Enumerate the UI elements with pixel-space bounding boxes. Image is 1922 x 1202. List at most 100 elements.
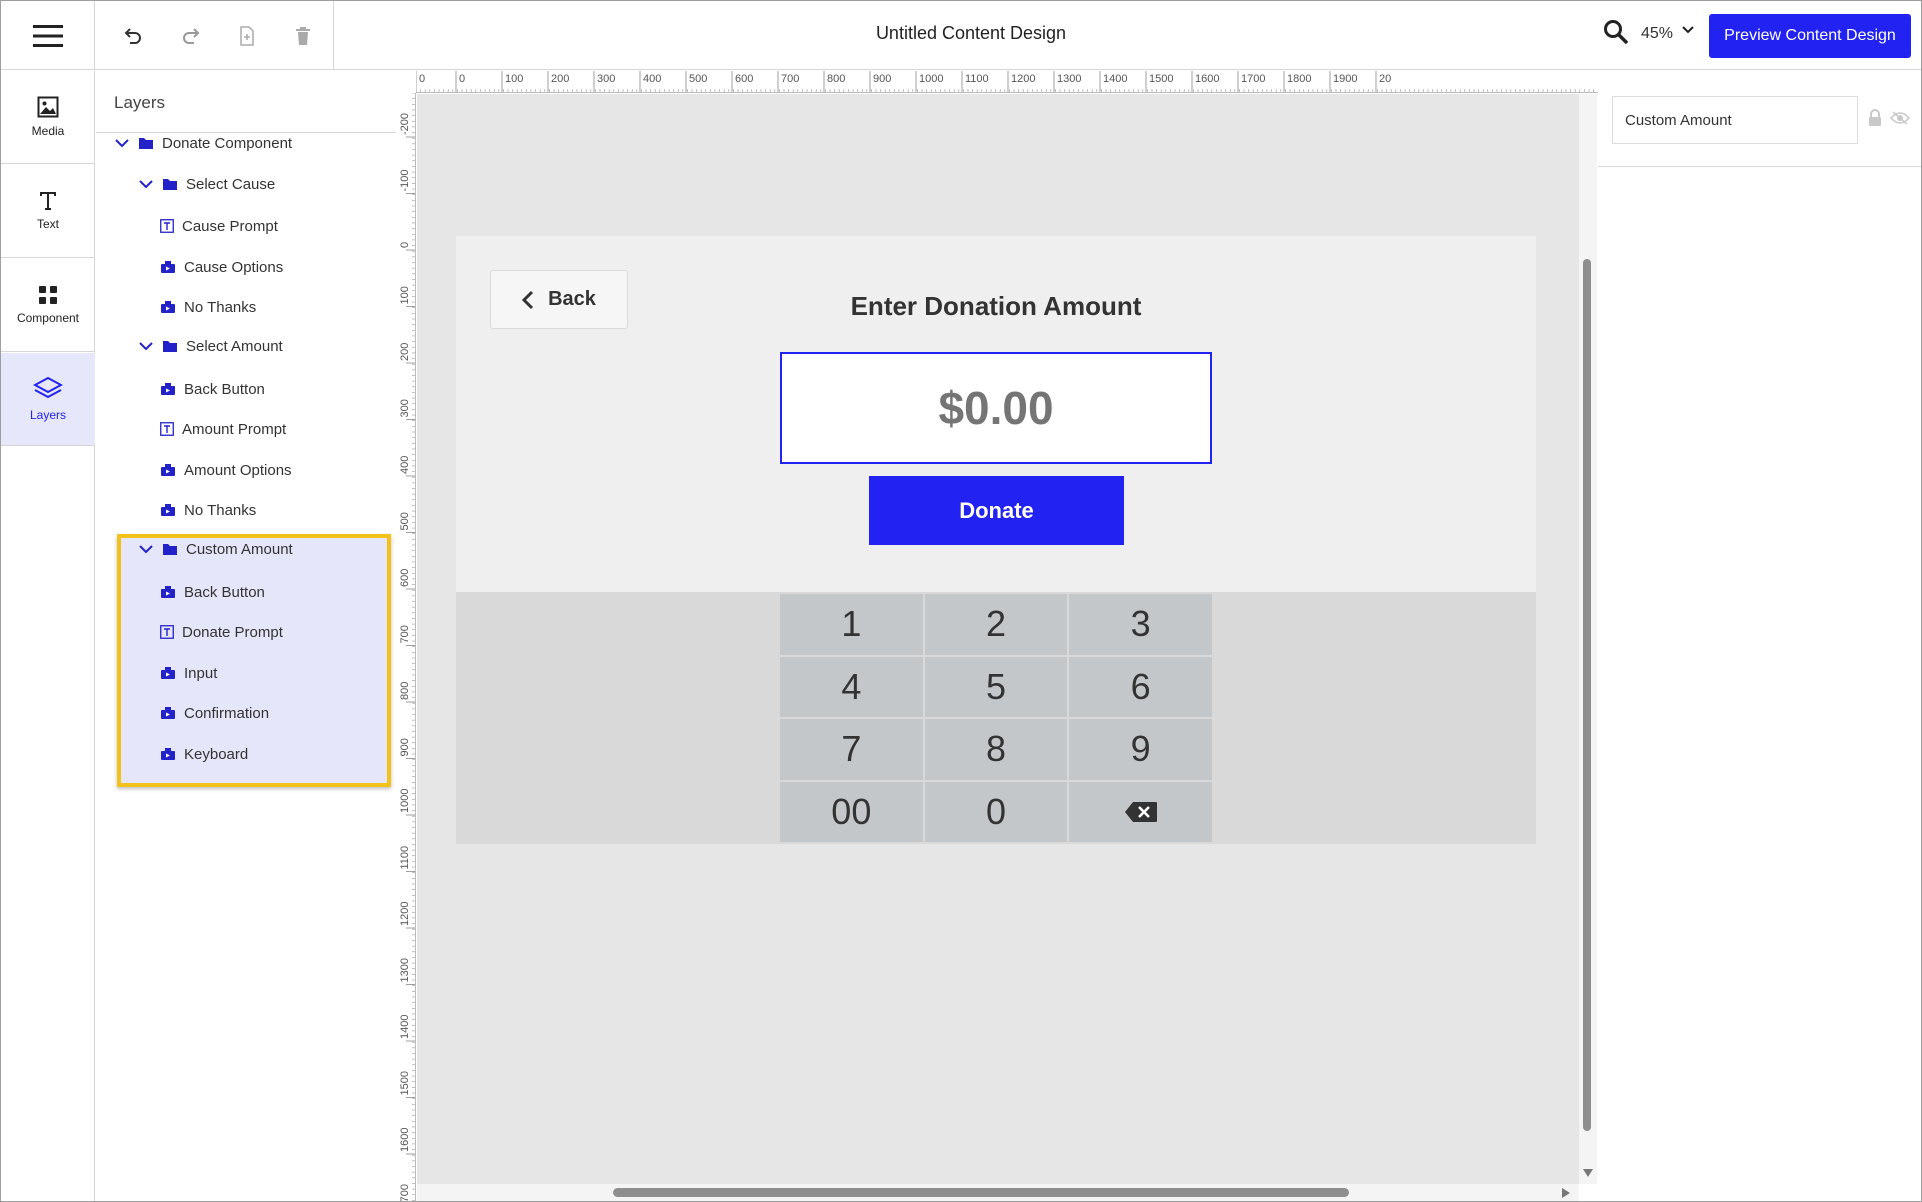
layer-item[interactable]: Amount Prompt xyxy=(160,414,286,444)
scroll-down-arrow-icon[interactable] xyxy=(1581,1167,1595,1179)
chevron-down-icon[interactable] xyxy=(138,176,154,192)
chevron-down-icon[interactable] xyxy=(114,135,130,151)
selected-layer-group-highlight xyxy=(117,534,391,787)
key-9[interactable]: 9 xyxy=(1069,719,1212,780)
layer-name-field[interactable] xyxy=(1612,96,1858,144)
ruler-label: 1700 xyxy=(1241,73,1265,85)
preview-content-design-button[interactable]: Preview Content Design xyxy=(1709,14,1911,58)
chevron-down-icon[interactable] xyxy=(138,541,154,557)
layer-item[interactable]: No Thanks xyxy=(160,292,256,322)
layer-item[interactable]: Amount Options xyxy=(160,455,292,485)
rail-item-text[interactable]: Text xyxy=(1,165,95,258)
ruler-label: 1100 xyxy=(965,73,989,85)
ruler-label: 100 xyxy=(505,73,523,85)
chevron-down-icon xyxy=(1682,26,1694,34)
key-1[interactable]: 1 xyxy=(780,594,923,655)
delete-button[interactable] xyxy=(288,21,318,51)
edit-toolbar xyxy=(96,1,334,70)
folder-icon xyxy=(163,544,177,555)
layer-item-label: Cause Prompt xyxy=(182,217,278,235)
layer-item[interactable]: Back Button xyxy=(160,374,265,404)
layer-item[interactable]: Custom Amount xyxy=(138,534,293,564)
key-0[interactable]: 0 xyxy=(924,781,1068,842)
key-5[interactable]: 5 xyxy=(924,656,1068,717)
component-layer-icon xyxy=(161,504,175,516)
component-layer-icon xyxy=(161,383,175,395)
visibility-icon[interactable] xyxy=(1890,111,1910,125)
design-back-button[interactable]: Back xyxy=(490,270,628,329)
scroll-right-arrow-icon[interactable] xyxy=(1560,1186,1572,1200)
key-4[interactable]: 4 xyxy=(780,656,923,717)
component-layer-icon xyxy=(161,464,175,476)
layer-item-label: Custom Amount xyxy=(186,540,293,558)
numeric-keypad[interactable]: 1 2 3 4 5 6 7 8 9 00 0 xyxy=(780,594,1212,842)
vertical-ruler: -200 -100 0 100 200 300 400 500 600 700 800 900 1000… xyxy=(396,93,416,1201)
hamburger-menu-button[interactable] xyxy=(1,1,95,70)
undo-button[interactable] xyxy=(118,21,148,51)
donate-button[interactable]: Donate xyxy=(869,476,1124,545)
amount-input[interactable] xyxy=(780,352,1212,464)
text-layer-icon xyxy=(160,219,174,233)
redo-icon xyxy=(183,28,200,44)
ruler-label: 20 xyxy=(1379,73,1391,85)
layer-item-label: Donate Component xyxy=(162,134,293,152)
key-2[interactable]: 2 xyxy=(924,594,1068,655)
key-6[interactable]: 6 xyxy=(1069,656,1212,717)
lock-icon[interactable] xyxy=(1867,109,1883,127)
layer-item[interactable]: Select Amount xyxy=(138,331,283,361)
properties-panel xyxy=(1598,71,1921,1201)
layer-item[interactable]: Back Button xyxy=(160,577,265,607)
layer-item-label: Back Button xyxy=(184,583,265,601)
ruler-label: 1400 xyxy=(399,1015,411,1039)
ruler-label: 1700 xyxy=(399,1184,411,1201)
zoom-dropdown-button[interactable] xyxy=(1681,23,1701,43)
layer-item[interactable]: Input xyxy=(160,658,217,688)
redo-button[interactable] xyxy=(176,21,206,51)
rail-label-layers: Layers xyxy=(29,408,67,422)
rail-item-component[interactable]: Component xyxy=(1,259,95,352)
donate-prompt[interactable]: Enter Donation Amount xyxy=(781,291,1211,322)
layer-item[interactable]: Cause Prompt xyxy=(160,211,278,241)
layer-item-label: Donate Prompt xyxy=(182,623,283,641)
layer-item[interactable]: No Thanks xyxy=(160,495,256,525)
ruler-label: 1300 xyxy=(1057,73,1081,85)
rail-item-media[interactable]: Media xyxy=(1,71,95,164)
ruler-label: 1800 xyxy=(1287,73,1311,85)
horizontal-ruler: 0 0 100 200 300 400 500 600 700 800 900 1000 1100 120… xyxy=(416,71,1598,93)
key-3[interactable]: 3 xyxy=(1069,594,1212,655)
tool-rail: Media Text Component Layers xyxy=(1,71,95,1201)
document-title[interactable]: Untitled Content Design xyxy=(761,23,1181,44)
layer-item[interactable]: Donate Component xyxy=(114,128,292,158)
ruler-label: 200 xyxy=(551,73,569,85)
layer-item[interactable]: Select Cause xyxy=(138,169,275,199)
ruler-label: 1500 xyxy=(399,1071,411,1095)
ruler-label: 1200 xyxy=(399,902,411,926)
component-layer-icon xyxy=(161,707,175,719)
ruler-label: 400 xyxy=(399,456,411,474)
key-8[interactable]: 8 xyxy=(924,719,1068,780)
chevron-down-icon[interactable] xyxy=(138,338,154,354)
key-backspace[interactable] xyxy=(1069,781,1212,842)
zoom-level[interactable]: 45% xyxy=(1641,25,1673,43)
image-icon xyxy=(37,96,59,118)
duplicate-button[interactable] xyxy=(232,21,262,51)
layers-icon xyxy=(33,376,63,399)
layer-item[interactable]: Cause Options xyxy=(160,252,283,282)
layer-item-label: Amount Prompt xyxy=(182,420,287,438)
ruler-label: 1000 xyxy=(399,789,411,813)
horizontal-scroll-thumb[interactable] xyxy=(613,1188,1349,1197)
vertical-scroll-thumb[interactable] xyxy=(1583,259,1591,1131)
rail-item-layers[interactable]: Layers xyxy=(1,353,95,446)
search-button[interactable] xyxy=(1603,19,1633,49)
folder-icon xyxy=(139,138,153,149)
ruler-label: 300 xyxy=(597,73,615,85)
key-7[interactable]: 7 xyxy=(780,719,923,780)
ruler-label: 600 xyxy=(735,73,753,85)
key-00[interactable]: 00 xyxy=(780,781,923,842)
grid-icon xyxy=(39,286,57,304)
layer-item[interactable]: Donate Prompt xyxy=(160,617,283,647)
layer-item[interactable]: Keyboard xyxy=(160,739,248,769)
layer-item[interactable]: Confirmation xyxy=(160,698,269,728)
layer-item-label: No Thanks xyxy=(184,501,257,519)
ruler-label: 200 xyxy=(399,343,411,361)
